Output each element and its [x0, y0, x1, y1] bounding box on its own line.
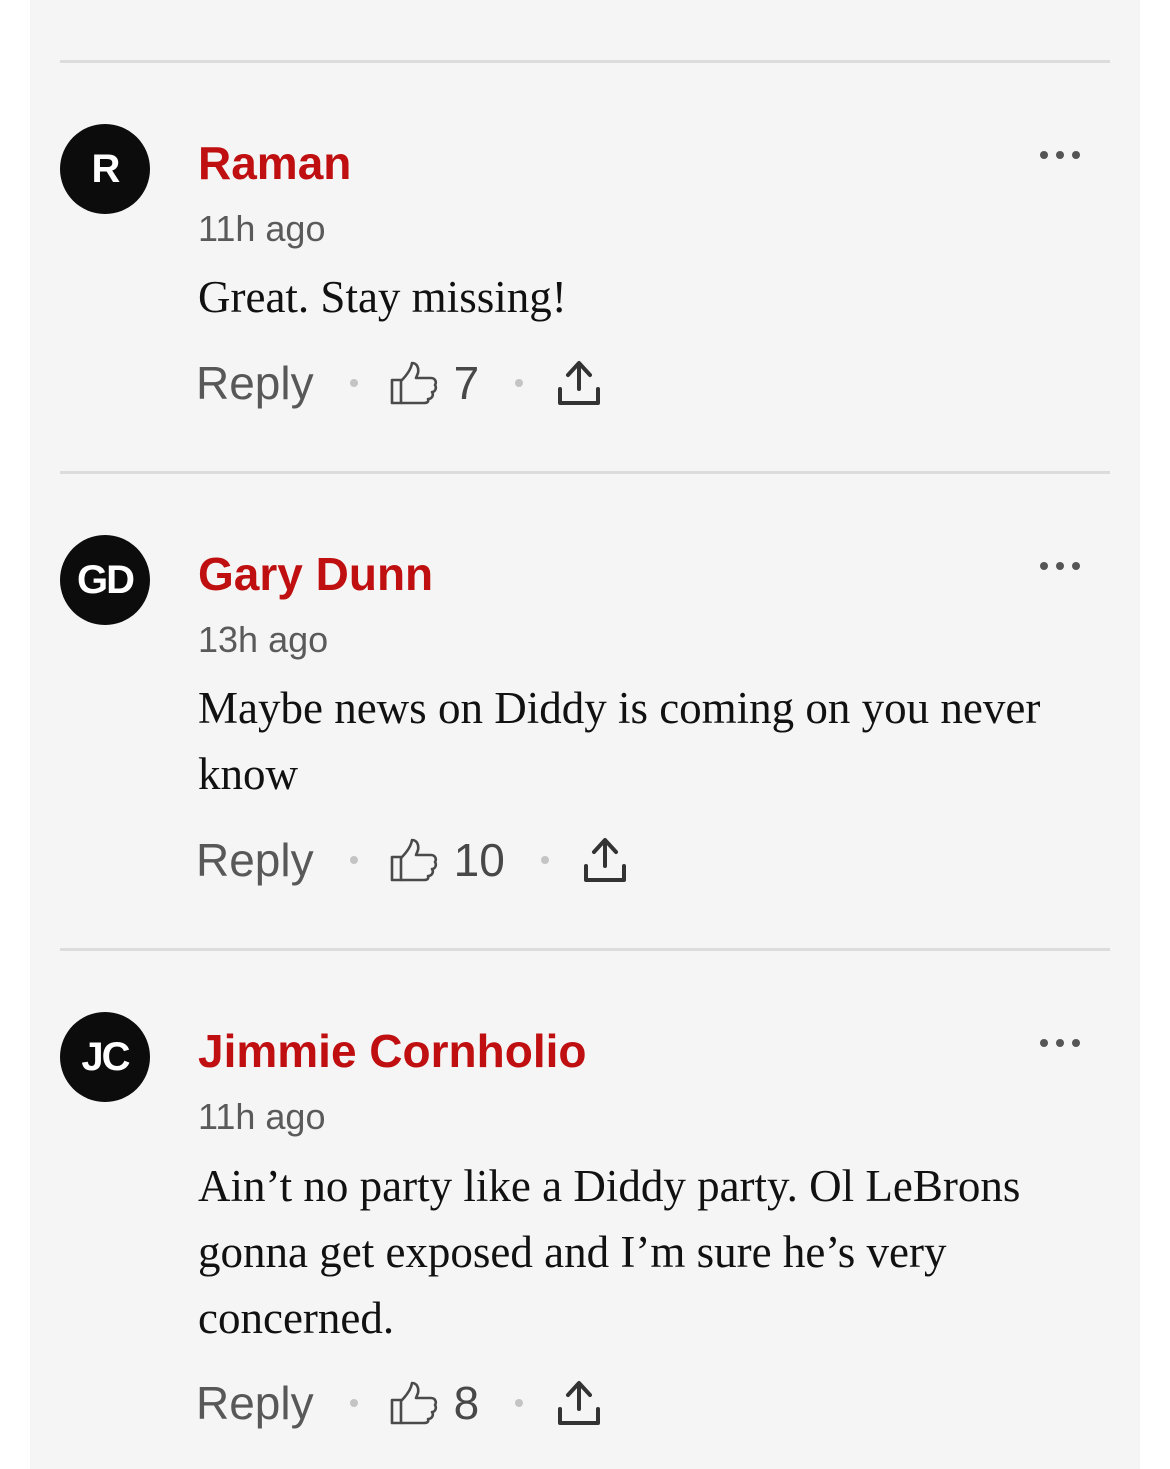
like-button[interactable]: 7	[390, 357, 480, 409]
comment-actions: Reply 10	[196, 830, 627, 890]
divider	[60, 948, 1110, 951]
thumbs-up-icon	[390, 838, 437, 882]
avatar[interactable]: JC	[60, 1012, 150, 1102]
reply-button[interactable]: Reply	[196, 837, 314, 883]
comment-timestamp: 11h ago	[198, 1096, 326, 1137]
avatar[interactable]: GD	[60, 535, 150, 625]
thumbs-up-icon	[390, 1381, 437, 1425]
comment-timestamp: 11h ago	[198, 208, 326, 249]
comment-text: Maybe news on Diddy is coming on you nev…	[198, 683, 1041, 799]
thumbs-up-icon	[390, 361, 437, 405]
separator-dot	[540, 856, 549, 864]
share-icon[interactable]	[557, 1379, 601, 1427]
share-icon[interactable]	[583, 836, 627, 884]
more-options-icon[interactable]	[1040, 147, 1080, 163]
separator-dot	[349, 856, 358, 864]
avatar[interactable]: R	[60, 124, 150, 214]
comment-actions: Reply 7	[196, 353, 601, 413]
separator-dot	[515, 379, 524, 387]
like-count: 8	[453, 1377, 480, 1429]
comment-author[interactable]: Gary Dunn	[198, 551, 433, 597]
like-count: 10	[453, 834, 505, 886]
like-button[interactable]: 8	[390, 1377, 480, 1429]
separator-dot	[349, 1399, 358, 1407]
separator-dot	[515, 1399, 524, 1407]
comment-author[interactable]: Jimmie Cornholio	[198, 1028, 586, 1074]
separator-dot	[349, 379, 358, 387]
more-options-icon[interactable]	[1040, 558, 1080, 574]
comment-text: Great. Stay missing!	[198, 272, 567, 322]
comment-text: Ain’t no party like a Diddy party. Ol Le…	[198, 1161, 1021, 1343]
like-count: 7	[453, 357, 480, 409]
comments-panel: R Raman 11h ago Great. Stay missing! Rep…	[30, 0, 1140, 1469]
reply-button[interactable]: Reply	[196, 1380, 314, 1426]
comment-timestamp: 13h ago	[198, 619, 329, 660]
divider	[60, 60, 1110, 63]
more-options-icon[interactable]	[1040, 1035, 1080, 1051]
divider	[60, 471, 1110, 474]
comment-actions: Reply 8	[196, 1373, 601, 1433]
like-button[interactable]: 10	[390, 837, 505, 883]
share-icon[interactable]	[557, 359, 601, 407]
comment-author[interactable]: Raman	[198, 140, 351, 186]
reply-button[interactable]: Reply	[196, 360, 314, 406]
